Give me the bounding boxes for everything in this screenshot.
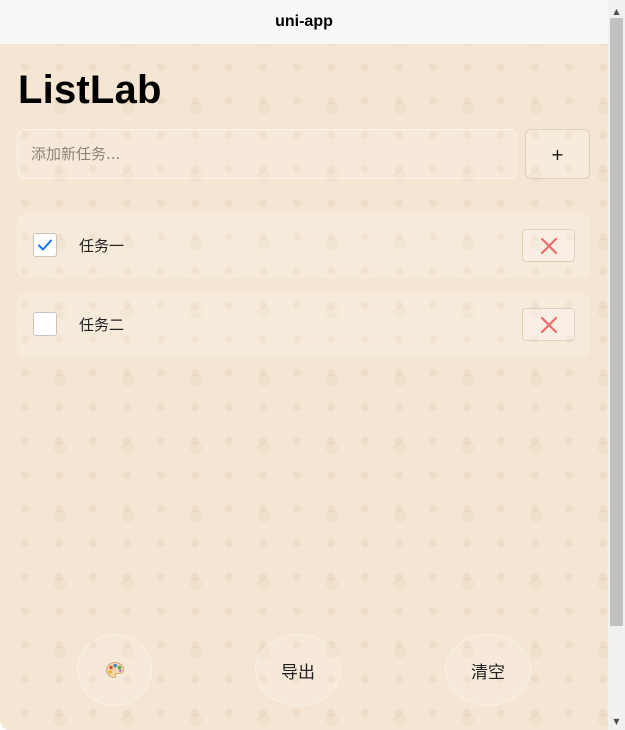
task-item: 任务一 [17,213,590,278]
close-icon [540,237,557,254]
delete-task-button[interactable] [522,308,575,341]
task-label: 任务一 [79,237,125,255]
add-task-button[interactable]: + [525,129,590,179]
export-button[interactable]: 导出 [255,634,341,706]
app-page: ListLab + 任务一 任务二 [0,44,608,730]
scroll-up-arrow-icon[interactable]: ▲ [608,4,625,18]
theme-button[interactable] [77,634,152,706]
clear-button[interactable]: 清空 [445,634,531,706]
new-task-input[interactable] [17,129,517,179]
delete-task-button[interactable] [522,229,575,262]
app-title: ListLab [18,68,162,112]
task-item: 任务二 [17,292,590,357]
scrollbar-thumb[interactable] [610,18,623,626]
palette-icon [105,662,124,678]
task-checkbox[interactable] [33,233,57,257]
close-icon [540,316,557,333]
scroll-down-arrow-icon[interactable]: ▼ [608,714,625,728]
navigation-bar: uni-app [0,0,608,44]
navbar-title: uni-app [275,13,333,30]
task-label: 任务二 [79,316,125,334]
task-checkbox[interactable] [33,312,57,336]
task-list: 任务一 任务二 [17,213,590,371]
check-icon [38,239,52,251]
scrollbar[interactable]: ▲ ▼ [608,0,625,730]
